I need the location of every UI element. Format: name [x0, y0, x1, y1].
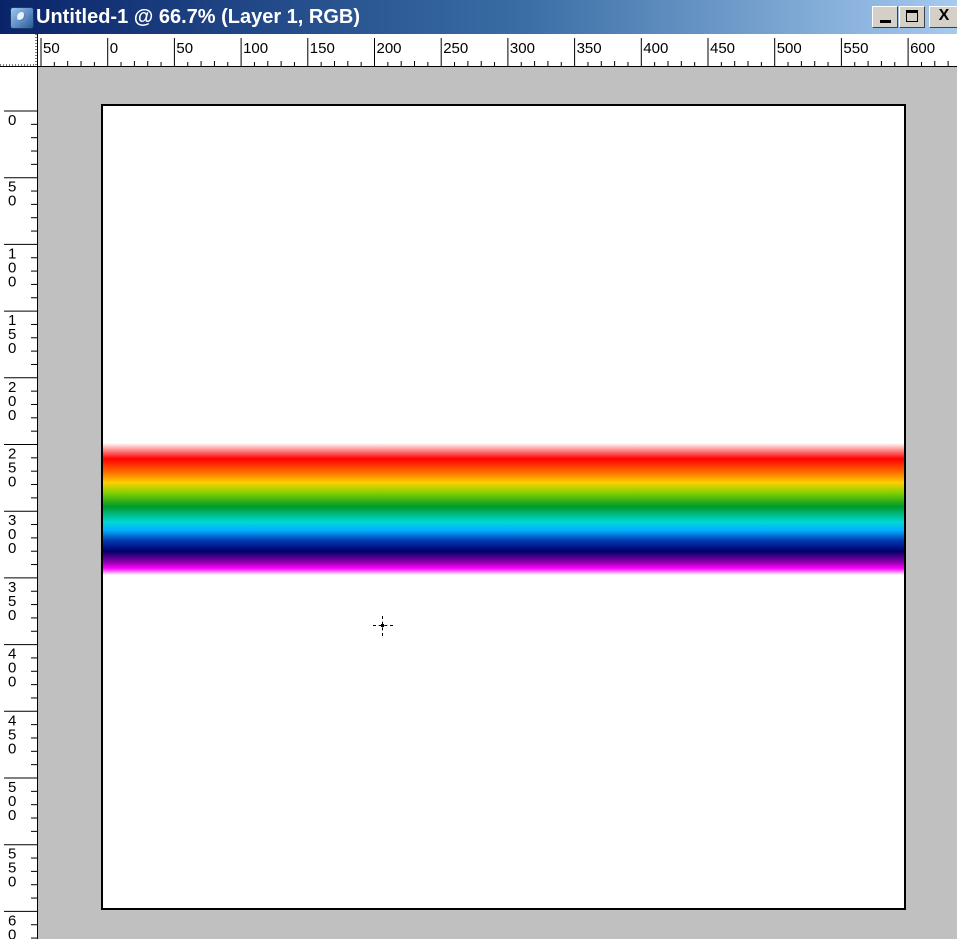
ruler-label: 300: [510, 40, 535, 57]
ruler-label: 300: [8, 512, 16, 557]
ruler-label: 550: [8, 846, 16, 891]
maximize-icon: [906, 10, 918, 22]
ruler-label: 50: [176, 40, 193, 57]
ruler-label: 150: [8, 312, 16, 357]
ruler-label: 400: [643, 40, 668, 57]
horizontal-ruler[interactable]: 50 0 50 100 150 200 250 300 350 400 450 500 550 600: [38, 34, 957, 67]
minimize-button[interactable]: [872, 6, 898, 28]
crosshair-center: [381, 624, 384, 627]
ruler-label: 600: [910, 40, 935, 57]
close-icon: X: [938, 7, 950, 24]
maximize-button[interactable]: [899, 6, 925, 28]
ruler-label: 150: [310, 40, 335, 57]
ruler-origin-icon: [0, 34, 37, 66]
ruler-label: 450: [8, 712, 16, 757]
ruler-label: 450: [710, 40, 735, 57]
vertical-ruler[interactable]: 0 50 100 150 200 250 300 350 400 450 500 550 600: [0, 67, 38, 939]
photoshop-app-icon[interactable]: [10, 7, 34, 29]
ruler-label: 200: [377, 40, 402, 57]
vertical-ruler-ticks: 0 50 100 150 200 250 300 350 400 450 500 550 600: [4, 110, 37, 939]
ruler-label: 200: [8, 379, 16, 424]
ruler-label: 400: [8, 646, 16, 691]
ruler-label: 100: [243, 40, 268, 57]
crosshair-icon: [373, 616, 393, 636]
minimize-icon: [880, 20, 891, 23]
document-canvas[interactable]: [101, 104, 906, 910]
close-button[interactable]: X: [929, 6, 957, 28]
ruler-label: 600: [8, 912, 16, 939]
title-bar[interactable]: Untitled-1 @ 66.7% (Layer 1, RGB) X: [0, 0, 957, 34]
window-title: Untitled-1 @ 66.7% (Layer 1, RGB): [36, 6, 361, 28]
ruler-label: 350: [8, 579, 16, 624]
ruler-origin-corner[interactable]: [0, 34, 38, 67]
ruler-label: 50: [8, 179, 16, 210]
ruler-label: 250: [443, 40, 468, 57]
ruler-label: 0: [110, 40, 118, 57]
ruler-label: 50: [43, 40, 60, 57]
ruler-label: 500: [8, 779, 16, 824]
ruler-label: 500: [777, 40, 802, 57]
horizontal-ruler-ticks: 50 0 50 100 150 200 250 300 350 400 450 500 550 600: [40, 38, 949, 66]
ruler-label: 250: [8, 446, 16, 491]
ruler-label: 0: [8, 112, 16, 129]
rainbow-gradient-band: [103, 443, 904, 575]
ruler-label: 350: [577, 40, 602, 57]
ruler-label: 550: [843, 40, 868, 57]
ruler-label: 100: [8, 245, 16, 290]
